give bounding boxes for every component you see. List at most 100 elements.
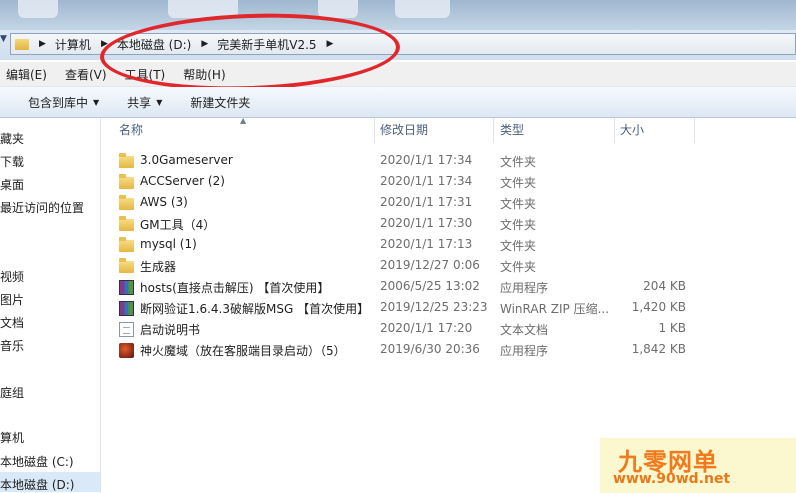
column-header-size[interactable]: 大小	[620, 118, 644, 143]
window-top-strip	[0, 0, 796, 30]
watermark: 九零网单 www.90wd.net	[600, 438, 796, 493]
share-label: 共享	[127, 95, 152, 110]
taskbar-thumb-2	[168, 0, 238, 18]
file-size: 1 KB	[658, 321, 686, 335]
rar-archive-icon	[119, 301, 134, 316]
file-type: 文件夹	[500, 260, 537, 274]
sort-ascending-icon: ▲	[240, 116, 247, 125]
nav-item-drive-c[interactable]: 本地磁盘 (C:)	[0, 453, 74, 470]
file-name: 断网验证1.6.4.3破解版MSG 【首次使用】	[140, 302, 370, 316]
file-type: 文件夹	[500, 218, 537, 232]
file-date: 2020/1/1 17:34	[380, 153, 473, 167]
menu-tools[interactable]: 工具(T)	[125, 66, 166, 83]
file-row[interactable]: AWS (3) 2020/1/1 17:31 文件夹	[101, 193, 701, 214]
file-date: 2020/1/1 17:31	[380, 195, 473, 209]
chevron-right-icon[interactable]: ▶	[101, 39, 108, 49]
file-name: mysql (1)	[140, 237, 197, 251]
new-folder-button[interactable]: 新建文件夹	[190, 94, 250, 111]
file-name: 神火魔域（放在客服端目录启动）（5）	[140, 344, 346, 358]
file-date: 2020/1/1 17:30	[380, 216, 473, 230]
file-row[interactable]: 断网验证1.6.4.3破解版MSG 【首次使用】 2019/12/25 23:2…	[101, 298, 701, 319]
file-name: 生成器	[140, 260, 177, 274]
column-header-modified[interactable]: 修改日期	[380, 118, 428, 143]
file-type: 应用程序	[500, 344, 549, 358]
file-date: 2006/5/25 13:02	[380, 279, 480, 293]
file-row[interactable]: ACCServer (2) 2020/1/1 17:34 文件夹	[101, 172, 701, 193]
new-folder-label: 新建文件夹	[190, 95, 251, 110]
menu-help[interactable]: 帮助(H)	[183, 66, 225, 83]
folder-icon	[119, 153, 134, 168]
file-row[interactable]: 生成器 2019/12/27 0:06 文件夹	[101, 256, 701, 277]
folder-icon	[119, 195, 134, 210]
file-type: 文件夹	[500, 239, 537, 253]
file-row[interactable]: hosts(直接点击解压) 【首次使用】 2006/5/25 13:02 应用程…	[101, 277, 701, 298]
breadcrumb-label[interactable]: 完美新手单机V2.5	[217, 36, 316, 53]
address-bar[interactable]: ▶ 计算机 ▶ 本地磁盘 (D:) ▶ 完美新手单机V2.5 ▶	[10, 33, 796, 55]
nav-item-documents[interactable]: 文档	[0, 314, 24, 331]
include-in-library-button[interactable]: 包含到库中 ▼	[28, 94, 99, 111]
column-divider[interactable]	[493, 118, 494, 143]
file-name: 启动说明书	[140, 323, 201, 337]
file-row[interactable]: 启动说明书 2020/1/1 17:20 文本文档 1 KB	[101, 319, 701, 340]
caret-down-icon: ▼	[93, 97, 100, 107]
caret-down-icon: ▼	[156, 97, 163, 107]
nav-item-drive-d[interactable]: 本地磁盘 (D:)	[0, 476, 74, 493]
menu-bar: 编辑(E) 查看(V) 工具(T) 帮助(H)	[0, 62, 796, 87]
rar-archive-icon	[119, 280, 134, 295]
history-dropdown-icon[interactable]: ▼	[0, 34, 8, 48]
nav-item-favorites[interactable]: 藏夹	[0, 130, 24, 147]
folder-icon	[15, 38, 29, 50]
nav-item-homegroup[interactable]: 庭组	[0, 384, 24, 401]
file-name: 3.0Gameserver	[140, 153, 233, 167]
breadcrumb-drive-d[interactable]: 本地磁盘 (D:) ▶	[117, 36, 217, 53]
file-date: 2019/12/25 23:23	[380, 300, 488, 314]
file-type: 应用程序	[500, 281, 549, 295]
menu-view[interactable]: 查看(V)	[65, 66, 107, 83]
folder-icon	[119, 258, 134, 273]
file-row[interactable]: 3.0Gameserver 2020/1/1 17:34 文件夹	[101, 151, 701, 172]
share-button[interactable]: 共享 ▼	[127, 94, 162, 111]
nav-item-music[interactable]: 音乐	[0, 337, 24, 354]
nav-item-pictures[interactable]: 图片	[0, 291, 24, 308]
breadcrumb-label[interactable]: 计算机	[55, 36, 91, 53]
nav-item-desktop[interactable]: 桌面	[0, 176, 24, 193]
taskbar-thumb-3	[318, 0, 358, 18]
menu-edit[interactable]: 编辑(E)	[6, 66, 47, 83]
file-type: 文件夹	[500, 197, 537, 211]
column-divider[interactable]	[614, 118, 615, 143]
column-divider[interactable]	[694, 118, 695, 143]
column-divider[interactable]	[374, 118, 375, 143]
nav-item-downloads[interactable]: 下载	[0, 153, 24, 170]
chevron-right-icon[interactable]: ▶	[201, 39, 208, 49]
breadcrumb-computer[interactable]: 计算机 ▶	[55, 36, 117, 53]
column-header-name[interactable]: 名称	[119, 118, 143, 143]
nav-item-recent-places[interactable]: 最近访问的位置	[0, 199, 84, 216]
chevron-right-icon[interactable]: ▶	[327, 39, 334, 49]
include-in-library-label: 包含到库中	[28, 95, 89, 110]
watermark-url: www.90wd.net	[613, 471, 731, 487]
breadcrumb-root[interactable]: ▶	[29, 39, 55, 49]
breadcrumb-current-folder[interactable]: 完美新手单机V2.5 ▶	[217, 36, 342, 53]
folder-icon	[119, 237, 134, 252]
game-app-icon	[119, 343, 134, 358]
command-bar: 包含到库中 ▼ 共享 ▼ 新建文件夹	[0, 87, 796, 118]
file-row[interactable]: 神火魔域（放在客服端目录启动）（5） 2019/6/30 20:36 应用程序 …	[101, 340, 701, 361]
file-date: 2019/12/27 0:06	[380, 258, 480, 272]
file-row[interactable]: GM工具（4） 2020/1/1 17:30 文件夹	[101, 214, 701, 235]
file-date: 2020/1/1 17:13	[380, 237, 473, 251]
taskbar-thumb-1	[18, 0, 58, 18]
chevron-right-icon[interactable]: ▶	[39, 39, 46, 49]
taskbar-thumb-4	[395, 0, 450, 18]
breadcrumb-label[interactable]: 本地磁盘 (D:)	[117, 36, 191, 53]
column-header-type[interactable]: 类型	[500, 118, 524, 143]
file-row[interactable]: mysql (1) 2020/1/1 17:13 文件夹	[101, 235, 701, 256]
file-name: AWS (3)	[140, 195, 188, 209]
file-size: 204 KB	[643, 279, 686, 293]
folder-icon	[119, 174, 134, 189]
navigation-pane: 藏夹 下载 桌面 最近访问的位置 视频 图片 文档 音乐 庭组 算机 本地磁盘 …	[0, 118, 101, 493]
nav-item-videos[interactable]: 视频	[0, 268, 24, 285]
file-type: WinRAR ZIP 压缩...	[500, 302, 610, 316]
file-name: hosts(直接点击解压) 【首次使用】	[140, 281, 330, 295]
nav-item-computer[interactable]: 算机	[0, 429, 24, 446]
file-list: ▲ 名称 修改日期 类型 大小 3.0Gameserver 2020/1/1 1…	[101, 116, 796, 493]
